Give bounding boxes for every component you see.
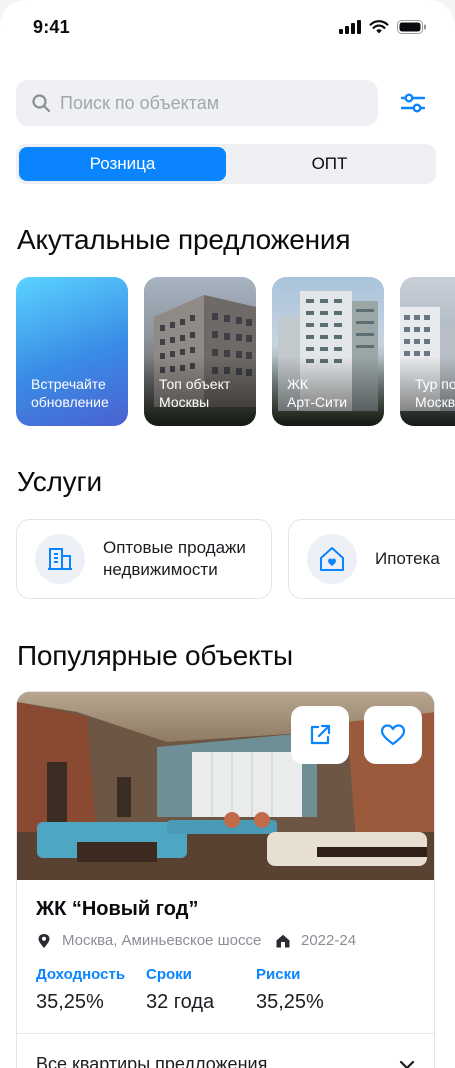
external-link-icon [310,724,331,745]
search-field[interactable]: Поиск по объектам [16,80,378,126]
stat-term: Сроки 32 года [146,966,214,1014]
years-text: 2022-24 [301,932,357,949]
offers-section-title: Акутальные предложения [17,224,351,255]
search-placeholder: Поиск по объектам [60,92,220,113]
property-name: ЖК “Новый год” [36,898,199,920]
offer-label: Тур по Москве [415,376,455,410]
battery-icon [397,20,426,34]
location-pin-icon [38,933,50,948]
heart-icon [380,724,406,746]
property-address: Москва, Аминьевское шоссе [36,932,261,949]
offer-card[interactable]: Встречайте обновление [16,277,128,426]
offer-label: Топ объект Москвы [159,376,231,410]
house-icon [276,934,290,947]
service-mortgage[interactable]: Ипотека [288,519,455,599]
all-apartments-label: Все квартиры предложения [36,1054,268,1068]
property-card[interactable]: ЖК “Новый год” Москва, Аминьевское шоссе… [16,691,435,1068]
cellular-signal-icon [339,20,361,34]
service-icon-badge [35,534,85,584]
home-heart-icon [320,547,344,571]
service-label: Оптовые продажи недвижимости [103,538,246,579]
services-section-title: Услуги [17,466,102,497]
stat-label: Сроки [146,966,192,983]
property-years: 2022-24 [275,932,356,949]
stat-yield: Доходность 35,25% [36,966,125,1014]
card-divider [17,1033,434,1034]
stat-value: 32 года [146,991,215,1013]
offer-card[interactable]: ЖК Арт-Сити [272,277,384,426]
stat-value: 35,25% [36,991,104,1013]
stat-label: Доходность [36,966,126,983]
offer-card[interactable]: Топ объект Москвы [144,277,256,426]
segment-retail[interactable]: Розница [19,147,226,181]
stat-label: Риски [256,966,301,983]
service-label: Ипотека [375,549,440,568]
search-icon [32,94,51,113]
status-icons [339,20,427,34]
building-icon [48,548,72,570]
share-button[interactable] [291,706,349,764]
chevron-down-icon [399,1060,415,1068]
filter-button[interactable] [393,83,433,123]
status-bar: 9:41 [0,0,455,56]
popular-section-title: Популярные объекты [17,640,293,671]
offers-carousel[interactable]: Встречайте обновление Топ объект Москвы [16,277,455,427]
segment-wholesale[interactable]: ОПТ [226,147,433,181]
service-icon-badge [307,534,357,584]
service-wholesale[interactable]: Оптовые продажи недвижимости [16,519,272,599]
app-screen: 9:41 Поиск по объектам Розница ОПТ Акута… [0,0,455,1068]
stat-risk: Риски 35,25% [256,966,324,1014]
offer-card[interactable]: Тур по Москве [400,277,455,426]
status-time: 9:41 [33,17,70,37]
stat-value: 35,25% [256,991,324,1013]
offer-label: Встречайте обновление [31,376,109,410]
sliders-icon [401,93,425,113]
services-list: Оптовые продажи недвижимости Ипотека [16,519,455,599]
all-apartments-row[interactable]: Все квартиры предложения [36,1054,415,1068]
segmented-control: Розница ОПТ [16,144,436,184]
property-photo [17,692,434,880]
address-text: Москва, Аминьевское шоссе [62,932,262,949]
favorite-button[interactable] [364,706,422,764]
wifi-icon [369,20,389,34]
offer-label: ЖК Арт-Сити [287,376,348,410]
